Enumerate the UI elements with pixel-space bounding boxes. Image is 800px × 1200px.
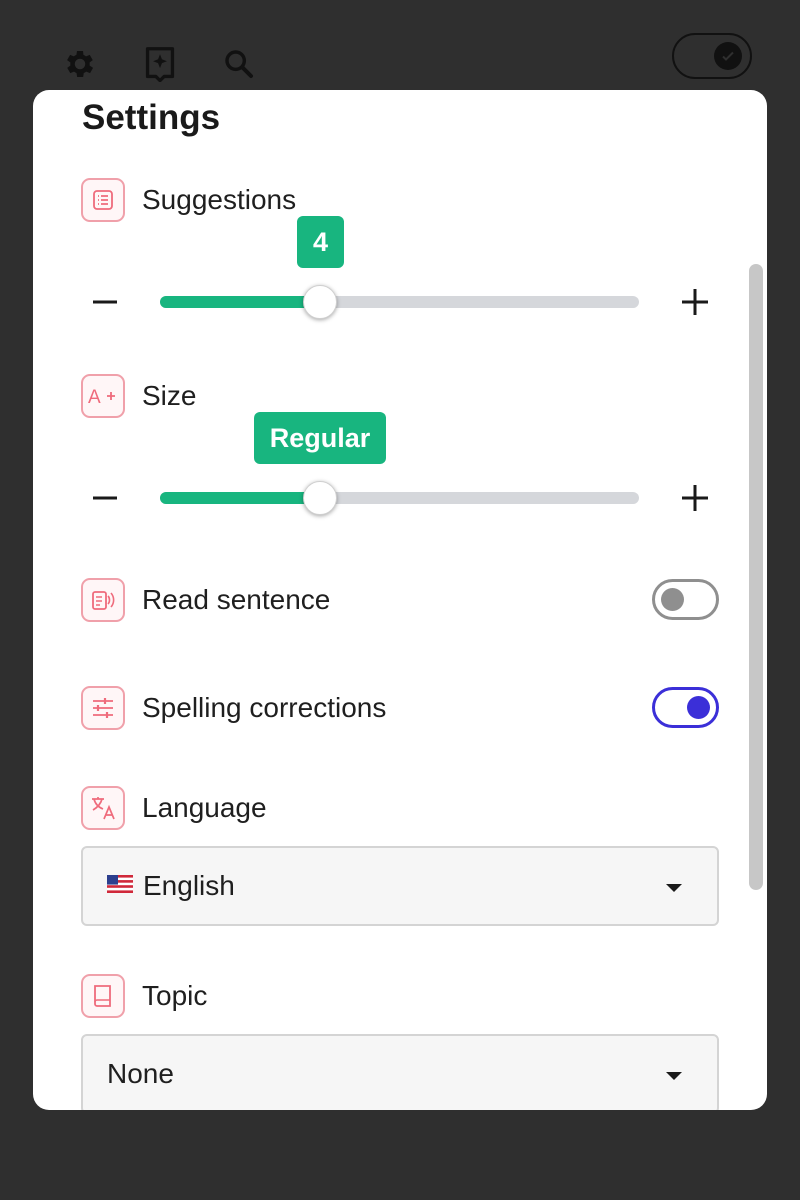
read-sentence-label: Read sentence (142, 584, 331, 615)
list-icon (81, 178, 125, 222)
size-decrease-button[interactable] (85, 478, 125, 518)
suggestions-decrease-button[interactable] (85, 282, 125, 322)
us-flag-icon (107, 875, 133, 893)
check-icon (714, 42, 742, 70)
size-slider[interactable] (160, 481, 639, 515)
chevron-down-icon (666, 1072, 682, 1080)
suggestions-slider-fill (160, 296, 320, 308)
gear-icon[interactable] (60, 44, 100, 84)
suggestions-slider-thumb[interactable] (303, 285, 337, 319)
spelling-corrections-toggle[interactable] (652, 687, 719, 728)
size-increase-button[interactable] (675, 478, 715, 518)
search-icon[interactable] (219, 44, 259, 84)
sliders-icon (81, 686, 125, 730)
top-toolbar (0, 0, 800, 95)
page-title: Settings (82, 98, 221, 137)
topic-select[interactable]: None (81, 1034, 719, 1110)
dark-mode-toggle[interactable] (672, 33, 752, 79)
toggle-knob (661, 588, 684, 611)
book-icon (81, 974, 125, 1018)
scrollbar[interactable] (749, 264, 763, 890)
text-size-icon: A (81, 374, 125, 418)
spelling-corrections-label: Spelling corrections (142, 692, 387, 723)
settings-panel: Settings Suggestions 4 A Size Regular Re… (33, 90, 767, 1110)
toggle-knob (687, 696, 710, 719)
size-slider-thumb[interactable] (303, 481, 337, 515)
size-value-badge: Regular (254, 412, 386, 464)
size-label: Size (142, 380, 197, 411)
suggestions-slider[interactable] (160, 285, 639, 319)
language-label: Language (142, 792, 267, 823)
chevron-down-icon (666, 884, 682, 892)
topic-label: Topic (142, 980, 208, 1011)
suggestions-value-badge: 4 (297, 216, 344, 268)
topic-selected-value: None (107, 1058, 174, 1089)
language-selected-value: English (143, 870, 235, 901)
svg-text:A: A (88, 387, 101, 408)
suggestions-increase-button[interactable] (675, 282, 715, 322)
suggestions-label: Suggestions (142, 184, 297, 215)
size-slider-fill (160, 492, 320, 504)
language-select[interactable]: English (81, 846, 719, 926)
speaker-document-icon (81, 578, 125, 622)
translate-icon (81, 786, 125, 830)
sparkle-bookmark-icon[interactable] (140, 44, 180, 84)
read-sentence-toggle[interactable] (652, 579, 719, 620)
